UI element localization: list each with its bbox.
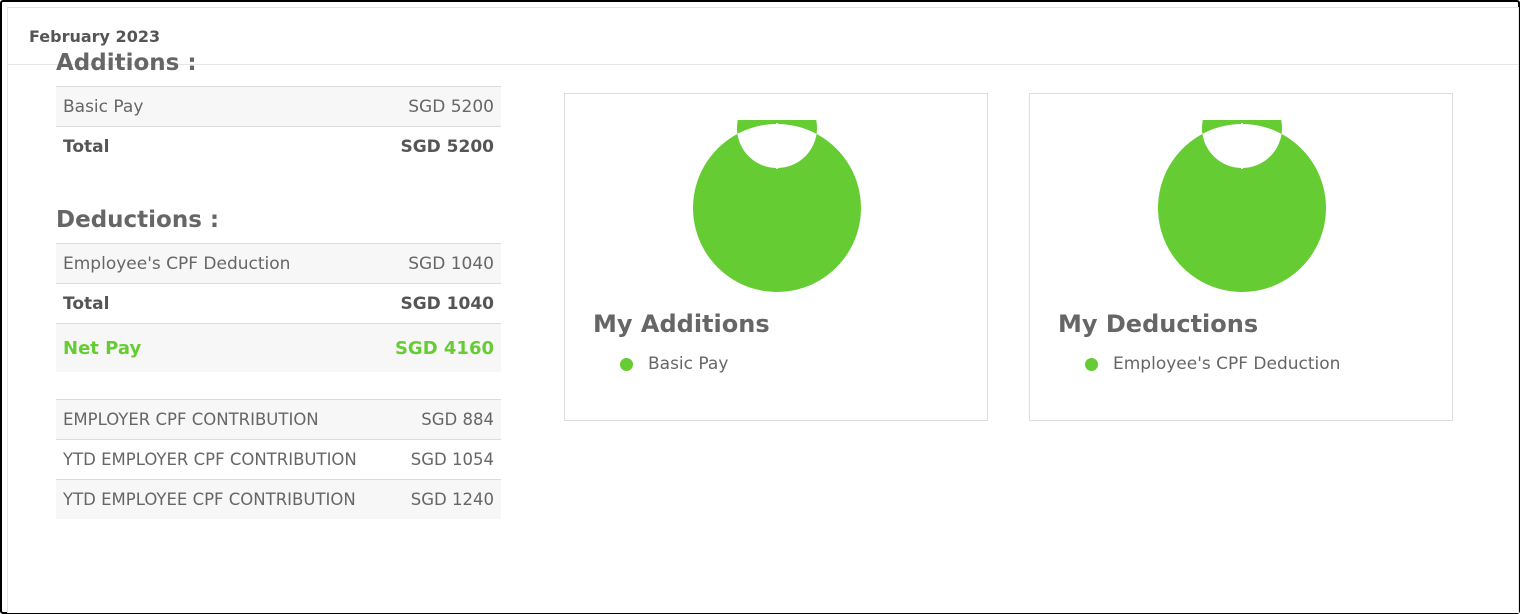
deductions-chart-title: My Deductions	[1058, 310, 1259, 338]
row-label: Total	[63, 293, 110, 314]
row-value: SGD 1054	[410, 450, 494, 469]
row-value: SGD 1240	[410, 490, 494, 509]
additions-chart-title: My Additions	[593, 310, 770, 338]
row-label: Basic Pay	[63, 96, 144, 117]
row-label: Total	[63, 136, 110, 157]
row-label: EMPLOYER CPF CONTRIBUTION	[63, 410, 319, 429]
table-row: YTD EMPLOYER CPF CONTRIBUTION SGD 1054	[56, 439, 501, 479]
additions-total-row: Total SGD 5200	[56, 126, 501, 166]
net-pay-label: Net Pay	[63, 337, 142, 359]
payslip-summary: Additions : Basic Pay SGD 5200 Total SGD…	[56, 46, 501, 519]
payslip-panel: February 2023 Additions : Basic Pay SGD …	[7, 7, 1519, 613]
legend-dot-icon	[620, 357, 633, 371]
row-value: SGD 1040	[400, 293, 494, 314]
row-value: SGD 884	[421, 410, 494, 429]
legend-label: Basic Pay	[648, 354, 729, 374]
row-label: YTD EMPLOYER CPF CONTRIBUTION	[63, 450, 357, 469]
deductions-legend-item[interactable]: Employee's CPF Deduction	[1085, 354, 1340, 374]
table-row: EMPLOYER CPF CONTRIBUTION SGD 884	[56, 399, 501, 439]
row-value: SGD 5200	[408, 96, 494, 117]
legend-label: Employee's CPF Deduction	[1113, 354, 1341, 374]
window-frame: February 2023 Additions : Basic Pay SGD …	[0, 0, 1520, 614]
table-row: Basic Pay SGD 5200	[56, 86, 501, 126]
row-label: Employee's CPF Deduction	[63, 253, 291, 274]
net-pay-row: Net Pay SGD 4160	[56, 323, 501, 372]
legend-dot-icon	[1085, 357, 1098, 371]
additions-chart-card: My Additions Basic Pay	[564, 93, 988, 421]
deductions-chart-card: My Deductions Employee's CPF Deduction	[1029, 93, 1453, 421]
row-value: SGD 1040	[408, 253, 494, 274]
table-row: YTD EMPLOYEE CPF CONTRIBUTION SGD 1240	[56, 479, 501, 519]
row-label: YTD EMPLOYEE CPF CONTRIBUTION	[63, 490, 356, 509]
additions-donut-chart	[693, 120, 861, 292]
row-value: SGD 5200	[400, 136, 494, 157]
deductions-total-row: Total SGD 1040	[56, 283, 501, 323]
panel-title: February 2023	[29, 26, 161, 46]
net-pay-value: SGD 4160	[394, 337, 494, 359]
deductions-donut-chart	[1158, 120, 1326, 292]
table-row: Employee's CPF Deduction SGD 1040	[56, 243, 501, 283]
additions-heading: Additions :	[56, 50, 197, 76]
additions-legend-item[interactable]: Basic Pay	[620, 354, 728, 374]
deductions-heading: Deductions :	[56, 207, 220, 233]
